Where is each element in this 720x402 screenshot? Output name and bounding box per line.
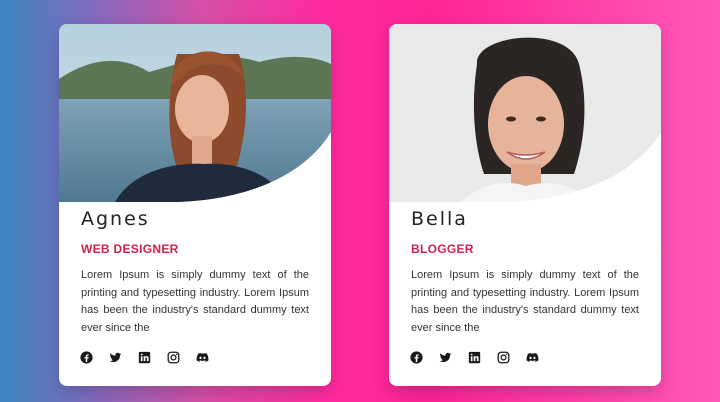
card-role: BLOGGER (411, 242, 474, 256)
discord-icon[interactable] (195, 350, 210, 365)
card-role: WEB DESIGNER (81, 242, 179, 256)
twitter-icon[interactable] (108, 350, 123, 365)
facebook-icon[interactable] (409, 350, 424, 365)
linkedin-icon[interactable] (137, 350, 152, 365)
discord-icon[interactable] (525, 350, 540, 365)
profile-photo (59, 24, 331, 202)
instagram-icon[interactable] (166, 350, 181, 365)
facebook-icon[interactable] (79, 350, 94, 365)
social-links (79, 350, 210, 365)
profile-card-bella: Bella BLOGGER Lorem Ipsum is simply dumm… (389, 24, 661, 386)
instagram-icon[interactable] (496, 350, 511, 365)
card-description: Lorem Ipsum is simply dummy text of the … (411, 269, 639, 334)
card-name: Agnes (81, 208, 150, 230)
linkedin-icon[interactable] (467, 350, 482, 365)
card-description: Lorem Ipsum is simply dummy text of the … (81, 269, 309, 334)
profile-card-agnes: Agnes WEB DESIGNER Lorem Ipsum is simply… (59, 24, 331, 386)
social-links (409, 350, 540, 365)
card-name: Bella (411, 208, 468, 230)
twitter-icon[interactable] (438, 350, 453, 365)
profile-photo (389, 24, 661, 202)
